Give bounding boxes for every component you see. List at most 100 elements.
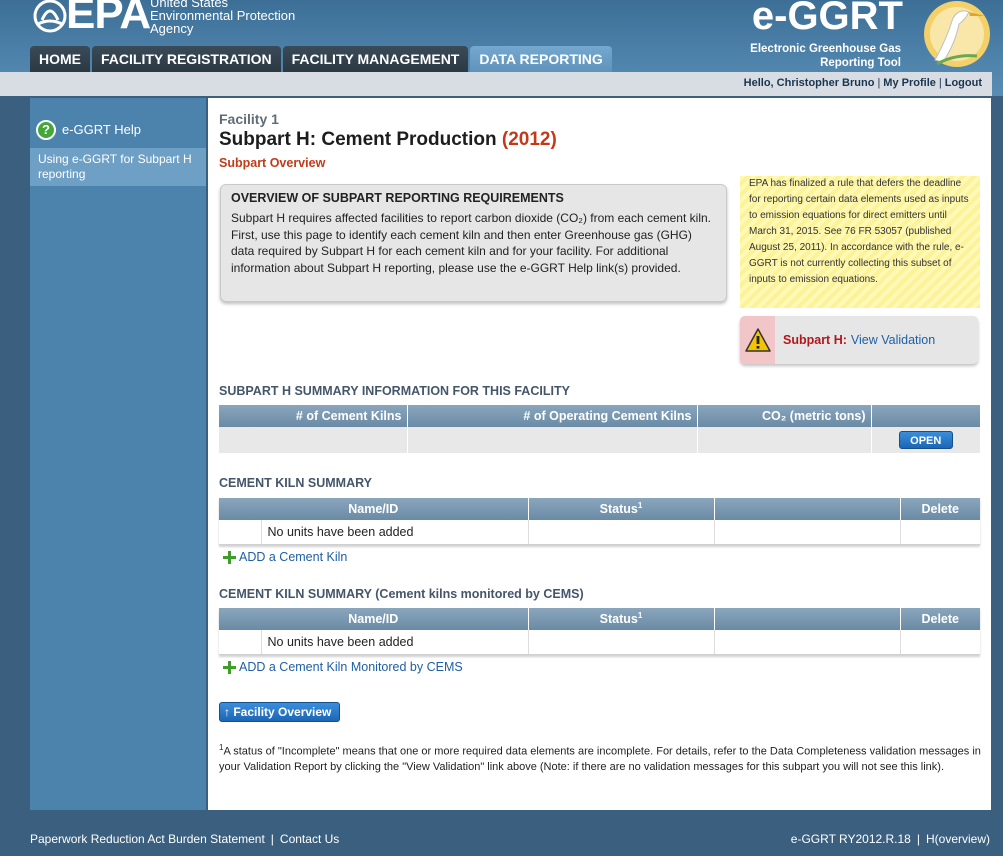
summary-table: # of Cement Kilns # of Operating Cement …	[219, 405, 980, 453]
contact-us-link[interactable]: Contact Us	[280, 832, 339, 846]
egggrt-logo[interactable]: e-GGRT Electronic Greenhouse Gas Reporti…	[733, 0, 993, 72]
table-header-row: Name/ID Status1 Delete	[219, 608, 980, 630]
bird-icon	[924, 1, 990, 67]
tab-home[interactable]: HOME	[30, 46, 90, 72]
validation-label: Subpart H:	[783, 333, 847, 347]
table-row: OPEN	[219, 427, 980, 453]
kiln-summary-table: Name/ID Status1 Delete No units have bee…	[219, 498, 980, 545]
agency-name: United States Environmental Protection A…	[150, 0, 295, 35]
footnote-marker: 1	[637, 611, 643, 621]
footnote-marker: 1	[637, 501, 643, 511]
epa-flower-icon	[33, 0, 67, 33]
kiln-summary-title: CEMENT KILN SUMMARY	[219, 476, 373, 490]
add-cems-kiln-link[interactable]: ADD a Cement Kiln Monitored by CEMS	[223, 660, 463, 674]
column-header-status: Status1	[528, 608, 715, 630]
separator: |	[270, 832, 274, 846]
paperwork-act-link[interactable]: Paperwork Reduction Act Burden Statement	[30, 832, 265, 846]
user-greeting: Hello, Christopher Bruno	[743, 77, 875, 89]
status-footnote: 1A status of "Incomplete" means that one…	[219, 740, 984, 775]
table-cell	[219, 630, 262, 655]
add-cement-kiln-label: ADD a Cement Kiln	[239, 550, 348, 564]
summary-section-title: SUBPART H SUMMARY INFORMATION FOR THIS F…	[219, 384, 570, 398]
table-cell	[219, 520, 262, 545]
overview-title: OVERVIEW OF SUBPART REPORTING REQUIREMEN…	[231, 191, 564, 205]
table-cell	[528, 520, 715, 545]
validation-panel: Subpart H: View Validation	[740, 316, 978, 364]
table-row: No units have been added	[219, 520, 980, 545]
status-header-label: Status	[599, 612, 638, 627]
page-title-text: Subpart H: Cement Production	[219, 129, 497, 150]
column-header	[714, 608, 901, 630]
deferral-notice: EPA has finalized a rule that defers the…	[740, 176, 980, 308]
table-row: No units have been added	[219, 630, 980, 655]
empty-message: No units have been added	[261, 520, 529, 545]
page-code: H(overview)	[925, 832, 990, 846]
page-subtitle: Subpart Overview	[219, 156, 326, 170]
add-cement-kiln-link[interactable]: ADD a Cement Kiln	[223, 550, 347, 564]
open-button[interactable]: OPEN	[898, 431, 953, 449]
table-cell	[714, 630, 901, 655]
overview-panel: OVERVIEW OF SUBPART REPORTING REQUIREMEN…	[220, 184, 727, 302]
column-header: Delete	[900, 608, 980, 630]
table-cell	[528, 630, 715, 655]
table-cell	[697, 427, 872, 453]
plus-icon	[223, 550, 236, 564]
app-wordmark: e-GGRT	[751, 0, 903, 38]
epa-logo[interactable]: EPA United States Environmental Protecti…	[30, 0, 330, 38]
column-header: # of Operating Cement Kilns	[407, 405, 698, 427]
my-profile-link[interactable]: My Profile	[883, 77, 936, 89]
help-question-icon: ?	[36, 119, 56, 140]
help-label: e-GGRT Help	[62, 122, 141, 137]
table-cell: OPEN	[871, 427, 980, 453]
help-link[interactable]: ? e-GGRT Help	[30, 98, 206, 146]
separator: |	[916, 832, 920, 846]
table-cell	[407, 427, 698, 453]
sidebar-item-subpart-help[interactable]: Using e-GGRT for Subpart H reporting	[30, 148, 206, 186]
logout-link[interactable]: Logout	[945, 77, 982, 89]
facility-overview-button[interactable]: ↑ Facility Overview	[219, 702, 340, 722]
reporting-year: (2012)	[501, 129, 557, 150]
app-subtitle-line: Electronic Greenhouse Gas	[750, 43, 901, 55]
warning-cell	[740, 316, 775, 364]
facility-name: Facility 1	[219, 111, 279, 127]
column-header: Name/ID	[219, 498, 529, 520]
tab-facility-management[interactable]: FACILITY MANAGEMENT	[282, 46, 469, 72]
epa-wordmark: EPA	[66, 0, 151, 38]
warning-icon	[744, 328, 771, 352]
column-header: CO₂ (metric tons)	[697, 405, 872, 427]
table-header-row: Name/ID Status1 Delete	[219, 498, 980, 520]
main-content: Facility 1 Subpart H: Cement Production …	[208, 98, 991, 810]
column-header: Name/ID	[219, 608, 529, 630]
plus-icon	[223, 660, 236, 674]
footer-version: e-GGRT RY2012.R.18 | H(overview)	[791, 832, 990, 846]
kiln-cems-summary-title: CEMENT KILN SUMMARY (Cement kilns monito…	[219, 587, 584, 601]
tab-facility-registration[interactable]: FACILITY REGISTRATION	[92, 46, 281, 72]
add-cems-kiln-label: ADD a Cement Kiln Monitored by CEMS	[239, 660, 463, 674]
status-header-label: Status	[599, 502, 638, 517]
tab-data-reporting[interactable]: DATA REPORTING	[470, 46, 612, 72]
user-bar: Hello, Christopher Bruno | My Profile | Logo…	[0, 72, 992, 96]
empty-message: No units have been added	[261, 630, 529, 655]
app-subtitle: Electronic Greenhouse Gas Reporting Tool	[750, 42, 901, 70]
column-header	[871, 405, 980, 427]
column-header: Delete	[900, 498, 980, 520]
table-cell	[900, 520, 980, 545]
page-title: Subpart H: Cement Production (2012)	[219, 129, 557, 151]
column-header-status: Status1	[528, 498, 715, 520]
table-cell	[900, 630, 980, 655]
agency-line: Agency	[150, 21, 194, 36]
column-header: # of Cement Kilns	[219, 405, 408, 427]
facility-overview-label: Facility Overview	[233, 705, 332, 719]
arrow-up-icon: ↑	[224, 705, 230, 719]
separator: |	[938, 77, 942, 89]
overview-text: Subpart H requires affected facilities t…	[231, 211, 711, 275]
version-text: e-GGRT RY2012.R.18	[790, 832, 911, 846]
footer-links: Paperwork Reduction Act Burden Statement…	[30, 832, 339, 846]
sidebar: ? e-GGRT Help Using e-GGRT for Subpart H…	[30, 98, 206, 810]
footnote-text: A status of "Incomplete" means that one …	[219, 745, 981, 773]
app-subtitle-line: Reporting Tool	[820, 57, 901, 69]
separator: |	[877, 77, 881, 89]
view-validation-link[interactable]: View Validation	[851, 333, 935, 347]
table-cell	[714, 520, 901, 545]
main-nav-tabs: HOME FACILITY REGISTRATION FACILITY MANA…	[30, 46, 614, 72]
